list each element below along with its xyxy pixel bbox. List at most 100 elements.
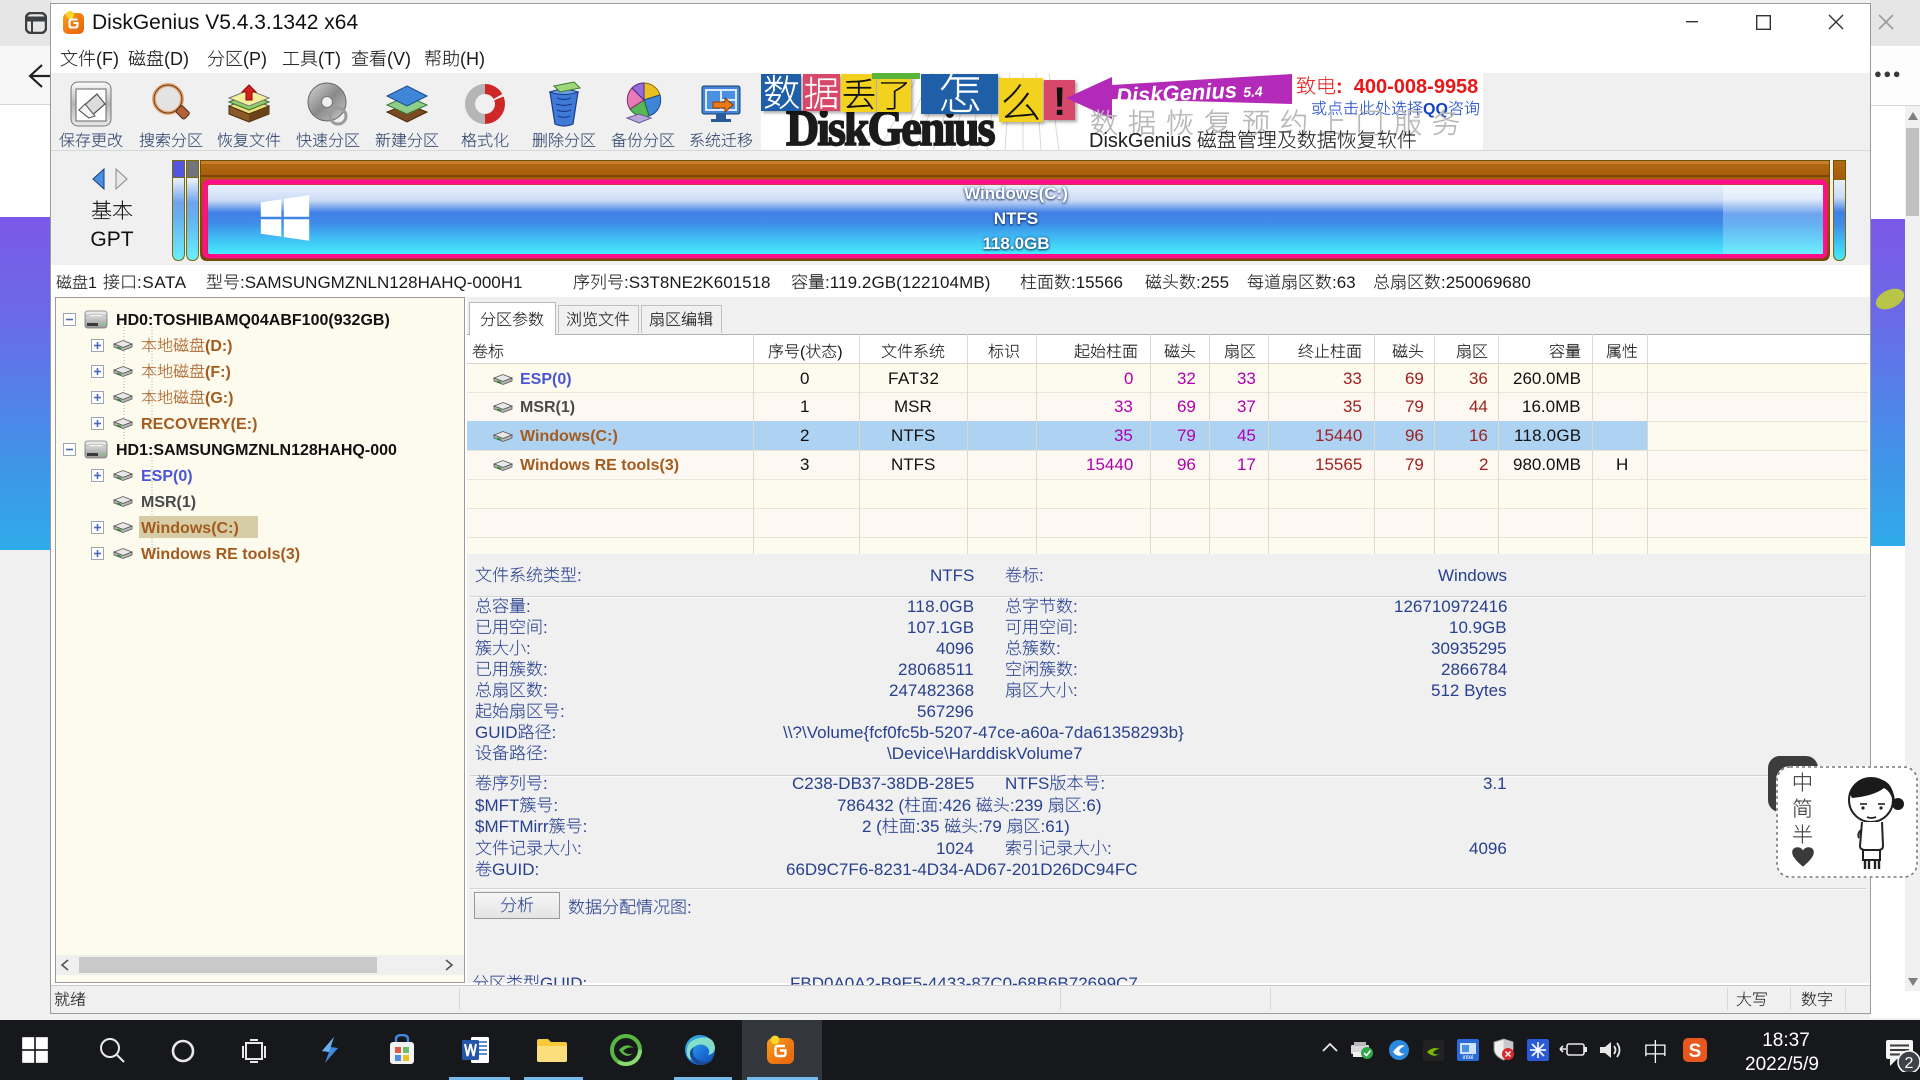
svg-text::6): :6): [1082, 796, 1102, 815]
svg-text:126710972416: 126710972416: [1394, 597, 1508, 616]
svg-text::SAMSUNGMZNLN128HAHQ-000H1: :SAMSUNGMZNLN128HAHQ-000H1: [240, 273, 523, 292]
svg-text::: :: [577, 566, 582, 585]
svg-text:36: 36: [1469, 369, 1488, 388]
svg-text:$MFT: $MFT: [475, 796, 519, 815]
svg-text::239: :239: [1010, 796, 1048, 815]
svg-text:16: 16: [1469, 426, 1488, 445]
svg-text:260.0MB: 260.0MB: [1513, 369, 1581, 388]
svg-text:35: 35: [1114, 426, 1133, 445]
svg-text::: :: [687, 898, 692, 917]
svg-text:1: 1: [88, 275, 97, 292]
svg-text::250069680: :250069680: [1441, 273, 1531, 292]
svg-text:0: 0: [1124, 369, 1133, 388]
svg-text:567296: 567296: [917, 702, 974, 721]
svg-text:10.9GB: 10.9GB: [1449, 618, 1507, 637]
svg-text::63: :63: [1332, 273, 1356, 292]
svg-text:NTFS: NTFS: [1005, 774, 1049, 793]
svg-text:NTFS: NTFS: [930, 566, 974, 585]
svg-text:MSR: MSR: [894, 397, 932, 416]
svg-text:(G:): (G:): [205, 390, 233, 407]
svg-text:32: 32: [1177, 369, 1196, 388]
svg-text:HD0:TOSHIBAMQ04ABF100(932GB): HD0:TOSHIBAMQ04ABF100(932GB): [116, 312, 390, 329]
svg-text::: :: [552, 723, 557, 742]
svg-text:15440: 15440: [1086, 455, 1133, 474]
svg-text:107.1GB: 107.1GB: [907, 618, 974, 637]
svg-text:FAT32: FAT32: [888, 369, 939, 388]
svg-text:!: !: [1053, 80, 1066, 124]
svg-text::: :: [1073, 681, 1078, 700]
svg-text:NTFS: NTFS: [891, 426, 935, 445]
svg-text::SATA: :SATA: [137, 273, 187, 292]
svg-text::: :: [1073, 597, 1078, 616]
svg-text:69: 69: [1177, 397, 1196, 416]
svg-text:45: 45: [1237, 426, 1256, 445]
svg-text:: 400-008-9958: : 400-008-9958: [1336, 76, 1478, 98]
svg-text:(D): (D): [164, 49, 189, 69]
svg-text::: :: [1039, 566, 1044, 585]
svg-text:ESP(0): ESP(0): [141, 468, 193, 485]
svg-text:33: 33: [1114, 397, 1133, 416]
svg-text:2: 2: [1479, 455, 1488, 474]
svg-text:MSR(1): MSR(1): [141, 494, 196, 511]
svg-text:): ): [837, 344, 842, 361]
svg-text:ESP(0): ESP(0): [520, 371, 572, 388]
svg-text:$MFTMirr: $MFTMirr: [475, 817, 549, 836]
svg-text:(D:): (D:): [205, 338, 233, 355]
svg-text:RECOVERY(E:): RECOVERY(E:): [141, 416, 258, 433]
svg-text:30935295: 30935295: [1431, 639, 1507, 658]
svg-text::: :: [577, 839, 582, 858]
svg-text::: :: [553, 796, 558, 815]
svg-text:intel: intel: [1462, 1055, 1473, 1061]
svg-text::35: :35: [916, 817, 944, 836]
svg-text:44: 44: [1469, 397, 1488, 416]
svg-text:GUID:: GUID:: [492, 860, 539, 879]
svg-text::: :: [526, 597, 531, 616]
svg-text:79: 79: [1177, 426, 1196, 445]
svg-text::: :: [583, 817, 588, 836]
svg-text::: :: [543, 681, 548, 700]
svg-text::: :: [1100, 774, 1105, 793]
svg-text:1: 1: [800, 397, 809, 416]
svg-text:2 (: 2 (: [862, 817, 882, 836]
svg-text:79: 79: [1405, 455, 1424, 474]
svg-text:0: 0: [800, 369, 809, 388]
svg-text::: :: [543, 618, 548, 637]
svg-text:2: 2: [800, 426, 809, 445]
svg-text:\Device\HarddiskVolume7: \Device\HarddiskVolume7: [887, 744, 1083, 763]
svg-text:33: 33: [1237, 369, 1256, 388]
svg-text:(F:): (F:): [205, 364, 231, 381]
svg-text:(T): (T): [318, 49, 341, 69]
svg-text::: :: [526, 639, 531, 658]
svg-text:247482368: 247482368: [889, 681, 974, 700]
svg-text:Windows(C:): Windows(C:): [520, 428, 618, 445]
svg-text:Windows: Windows: [1438, 566, 1507, 585]
svg-text::79: :79: [978, 817, 1006, 836]
svg-text::: :: [543, 660, 548, 679]
svg-text:(: (: [800, 344, 806, 361]
svg-text:2: 2: [1905, 1055, 1914, 1072]
svg-text:(F): (F): [96, 49, 119, 69]
svg-text:96: 96: [1405, 426, 1424, 445]
svg-text:15565: 15565: [1315, 455, 1362, 474]
svg-text:(V): (V): [387, 49, 411, 69]
svg-text:118.0GB: 118.0GB: [907, 597, 974, 616]
svg-text:H: H: [1616, 455, 1628, 474]
svg-text::61): :61): [1041, 817, 1070, 836]
svg-text::119.2GB(122104MB): :119.2GB(122104MB): [825, 273, 990, 292]
svg-text:DiskGenius: DiskGenius: [1089, 130, 1197, 152]
svg-text::: :: [1073, 618, 1078, 637]
svg-text:(P): (P): [243, 49, 267, 69]
svg-text:786432 (: 786432 (: [837, 796, 904, 815]
svg-text:\\?\Volume{fcf0fc5b-5207-47ce-: \\?\Volume{fcf0fc5b-5207-47ce-a60a-7da61…: [783, 723, 1184, 742]
svg-text:96: 96: [1177, 455, 1196, 474]
svg-text:118.0GB: 118.0GB: [1514, 426, 1581, 445]
svg-text:16.0MB: 16.0MB: [1522, 397, 1581, 416]
svg-text:28068511: 28068511: [898, 660, 974, 679]
svg-text:S: S: [1689, 1041, 1702, 1062]
svg-text:3: 3: [800, 455, 809, 474]
svg-text:512 Bytes: 512 Bytes: [1431, 681, 1507, 700]
svg-text::255: :255: [1196, 273, 1229, 292]
svg-text:17: 17: [1237, 455, 1256, 474]
svg-text::: :: [1056, 639, 1061, 658]
svg-text:Windows RE tools(3): Windows RE tools(3): [520, 457, 679, 474]
